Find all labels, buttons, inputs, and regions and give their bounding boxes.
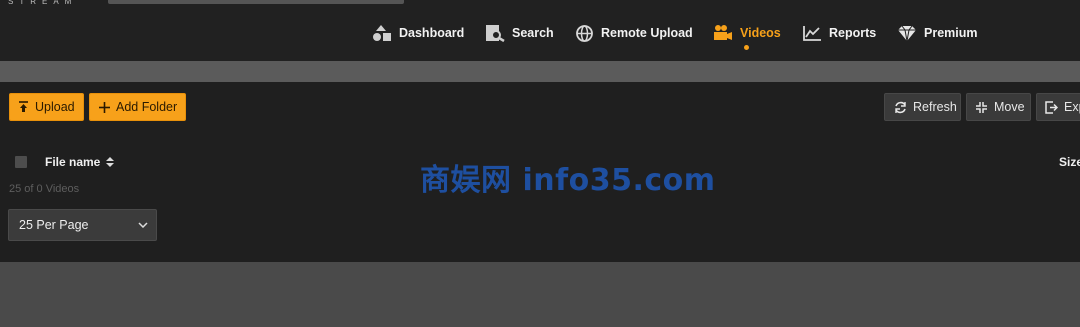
per-page-value: 25 Per Page: [19, 218, 89, 232]
nav-label-reports: Reports: [829, 26, 877, 40]
header-search-bar[interactable]: [108, 0, 404, 4]
export-button-label: Exp: [1064, 100, 1080, 114]
nav-label-search: Search: [512, 26, 554, 40]
upload-icon: [19, 101, 28, 112]
nav-label-premium: Premium: [924, 26, 978, 40]
video-camera-icon: [714, 25, 732, 40]
search-icon: [486, 25, 505, 42]
column-label-file-name: File name: [45, 155, 101, 169]
move-button-label: Move: [994, 100, 1025, 114]
video-count-text: 25 of 0 Videos: [9, 183, 80, 195]
chevron-down-icon: [138, 222, 148, 228]
separator-bar: [0, 61, 1080, 82]
nav-item-premium[interactable]: Premium: [897, 22, 978, 44]
nav-item-reports[interactable]: Reports: [803, 22, 876, 44]
nav-item-videos[interactable]: Videos: [713, 22, 781, 44]
refresh-button-label: Refresh: [913, 100, 957, 114]
sort-icon: [106, 157, 115, 167]
watermark-text: 商娱网 info35.com: [420, 163, 716, 198]
upload-button-label: Upload: [35, 100, 75, 114]
nav-item-search[interactable]: Search: [485, 22, 554, 44]
column-header-size[interactable]: Size: [1059, 155, 1080, 169]
select-all-checkbox[interactable]: [15, 156, 27, 168]
add-folder-button-label: Add Folder: [116, 100, 178, 114]
upload-button[interactable]: Upload: [9, 93, 84, 121]
compress-icon: [976, 101, 987, 113]
active-indicator-dot: [744, 45, 749, 50]
dashboard-icon: [373, 25, 391, 41]
nav-item-dashboard[interactable]: Dashboard: [372, 22, 464, 44]
column-header-file-name[interactable]: File name: [45, 155, 115, 169]
nav-label-videos: Videos: [740, 26, 781, 40]
nav-label-remote-upload: Remote Upload: [601, 26, 693, 40]
per-page-select[interactable]: 25 Per Page: [8, 209, 157, 241]
logo[interactable]: STREAM: [8, 0, 88, 4]
add-folder-button[interactable]: Add Folder: [89, 93, 186, 121]
refresh-button[interactable]: Refresh: [884, 93, 961, 121]
top-navigation-bar: STREAM Dashboard Search R: [0, 0, 1080, 61]
nav-label-dashboard: Dashboard: [399, 26, 465, 40]
globe-icon: [576, 24, 593, 42]
nav-item-remote-upload[interactable]: Remote Upload: [575, 22, 693, 44]
export-button[interactable]: Exp: [1036, 93, 1080, 121]
plus-icon: [99, 101, 110, 113]
export-icon: [1045, 100, 1058, 114]
diamond-icon: [898, 25, 916, 41]
videos-panel: Upload Add Folder Refresh Move Exp File: [0, 82, 1080, 262]
chart-line-icon: [803, 26, 821, 41]
refresh-icon: [895, 101, 906, 113]
move-button[interactable]: Move: [966, 93, 1031, 121]
